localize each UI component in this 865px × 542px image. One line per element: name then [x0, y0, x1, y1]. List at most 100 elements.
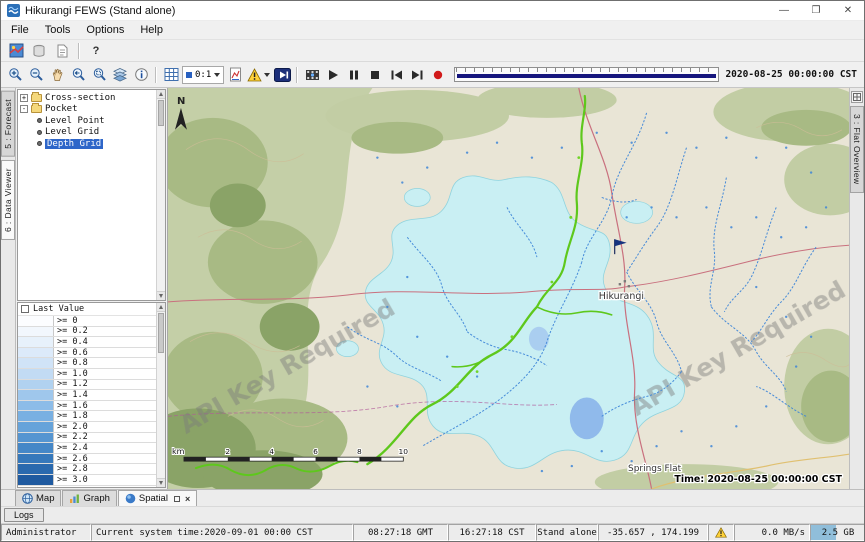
- legend-row[interactable]: >= 0.8: [18, 358, 156, 369]
- legend-row[interactable]: >= 2.6: [18, 454, 156, 465]
- tab-forecast[interactable]: 5 : Forecast: [1, 91, 15, 157]
- legend-row[interactable]: >= 0.6: [18, 348, 156, 359]
- svg-text:2: 2: [225, 447, 230, 456]
- svg-text:N: N: [177, 96, 185, 107]
- scroll-up-icon[interactable]: [157, 90, 165, 99]
- legend-row[interactable]: >= 2.8: [18, 464, 156, 475]
- record-button[interactable]: [428, 65, 448, 85]
- legend-row[interactable]: >= 0: [18, 316, 156, 327]
- pan-hand-icon: [50, 67, 65, 82]
- map-viewport[interactable]: API Key Required API Key Required: [168, 88, 849, 489]
- tree-row[interactable]: Level Grid: [20, 127, 155, 139]
- svg-text:km: km: [172, 447, 185, 456]
- minimize-button[interactable]: —: [768, 1, 800, 20]
- step-back-button[interactable]: [386, 65, 406, 85]
- scroll-down-icon[interactable]: [157, 478, 165, 487]
- interval-selector[interactable]: 0:1: [182, 66, 224, 84]
- legend-label: >= 1.6: [54, 401, 156, 411]
- menu-help[interactable]: Help: [132, 22, 171, 38]
- animation-player-icon: [274, 68, 291, 82]
- menu-tools[interactable]: Tools: [37, 22, 79, 38]
- profile-button[interactable]: [225, 65, 245, 85]
- stop-button[interactable]: [365, 65, 385, 85]
- database-button[interactable]: [29, 41, 49, 61]
- status-warning[interactable]: [708, 524, 734, 541]
- legend-row[interactable]: >= 0.2: [18, 327, 156, 338]
- legend-swatch: [18, 454, 54, 464]
- grid-display-button[interactable]: [161, 65, 181, 85]
- legend-row[interactable]: >= 1.6: [18, 401, 156, 412]
- zoom-extent-button[interactable]: [89, 65, 109, 85]
- legend-row[interactable]: >= 3.0: [18, 475, 156, 486]
- tree-scrollbar[interactable]: [156, 90, 165, 300]
- close-button[interactable]: ✕: [832, 1, 864, 20]
- help-button[interactable]: ?: [86, 41, 106, 61]
- legend-row[interactable]: >= 2.0: [18, 422, 156, 433]
- legend-label: >= 2.0: [54, 422, 156, 432]
- map-display-button[interactable]: [6, 41, 26, 61]
- layers-icon: [112, 67, 128, 82]
- scrollbar-thumb[interactable]: [158, 313, 164, 353]
- document-button[interactable]: [52, 41, 72, 61]
- legend-row[interactable]: >= 1.8: [18, 411, 156, 422]
- zoom-out-button[interactable]: [26, 65, 46, 85]
- logs-row: Logs: [1, 506, 864, 523]
- close-tab-icon[interactable]: ×: [185, 494, 190, 504]
- scroll-down-icon[interactable]: [157, 291, 165, 300]
- step-forward-button[interactable]: [407, 65, 427, 85]
- legend-row[interactable]: >= 0.4: [18, 337, 156, 348]
- tab-map[interactable]: Map: [15, 490, 61, 506]
- legend-row[interactable]: >= 1.2: [18, 380, 156, 391]
- menu-options[interactable]: Options: [78, 22, 132, 38]
- collapse-icon[interactable]: -: [20, 105, 28, 113]
- zoom-in-button[interactable]: [5, 65, 25, 85]
- spatial-sphere-icon: [125, 493, 136, 504]
- timeline-slider[interactable]: [454, 67, 719, 82]
- maximize-button[interactable]: ❐: [800, 1, 832, 20]
- legend-row[interactable]: >= 2.4: [18, 443, 156, 454]
- layer-tree: + Cross-section - Pocket Level Point Lev…: [17, 89, 166, 301]
- tree-row[interactable]: Level Point: [20, 115, 155, 127]
- zoom-previous-button[interactable]: [68, 65, 88, 85]
- tab-flat-overview[interactable]: 3 : Flat Overview: [850, 106, 864, 193]
- warnings-dropdown-button[interactable]: [246, 65, 271, 85]
- legend-swatch: [18, 348, 54, 358]
- last-value-checkbox[interactable]: [21, 305, 29, 313]
- pause-button[interactable]: [344, 65, 364, 85]
- legend-scrollbar[interactable]: [156, 303, 165, 487]
- tab-data-viewer[interactable]: 6 : Data Viewer: [1, 160, 15, 240]
- info-button[interactable]: [131, 65, 151, 85]
- legend-row[interactable]: >= 2.2: [18, 433, 156, 444]
- tree-row[interactable]: + Cross-section: [20, 92, 155, 104]
- export-animation-button[interactable]: [302, 65, 322, 85]
- timeline-bar: [457, 74, 716, 78]
- menu-file[interactable]: File: [3, 22, 37, 38]
- layers-button[interactable]: [110, 65, 130, 85]
- tree-row-selected[interactable]: Depth Grid: [20, 138, 155, 150]
- layer-node-icon: [37, 141, 42, 146]
- tree-row[interactable]: - Pocket: [20, 104, 155, 116]
- info-icon: [134, 67, 149, 82]
- play-button[interactable]: [323, 65, 343, 85]
- legend-header: Last Value: [18, 303, 156, 316]
- scrollbar-thumb[interactable]: [158, 100, 164, 126]
- status-gmt-time: 08:27:18 GMT: [353, 524, 448, 541]
- legend-row[interactable]: >= 1.4: [18, 390, 156, 401]
- tab-graph[interactable]: Graph: [62, 490, 116, 506]
- overview-panel-button[interactable]: [851, 91, 863, 103]
- legend-swatch: [18, 411, 54, 421]
- status-memory: 2.5 GB: [810, 524, 865, 541]
- legend-swatch: [18, 316, 54, 326]
- legend-swatch: [18, 327, 54, 337]
- undock-icon[interactable]: [174, 496, 180, 502]
- tab-spatial[interactable]: Spatial ×: [118, 490, 197, 506]
- pan-button[interactable]: [47, 65, 67, 85]
- scroll-up-icon[interactable]: [157, 303, 165, 312]
- legend-row[interactable]: >= 1.0: [18, 369, 156, 380]
- timeline-ticks: [456, 68, 717, 72]
- logs-button[interactable]: Logs: [4, 508, 44, 522]
- legend-swatch: [18, 337, 54, 347]
- stop-icon: [369, 69, 381, 81]
- expand-icon[interactable]: +: [20, 94, 28, 102]
- animation-window-button[interactable]: [272, 65, 292, 85]
